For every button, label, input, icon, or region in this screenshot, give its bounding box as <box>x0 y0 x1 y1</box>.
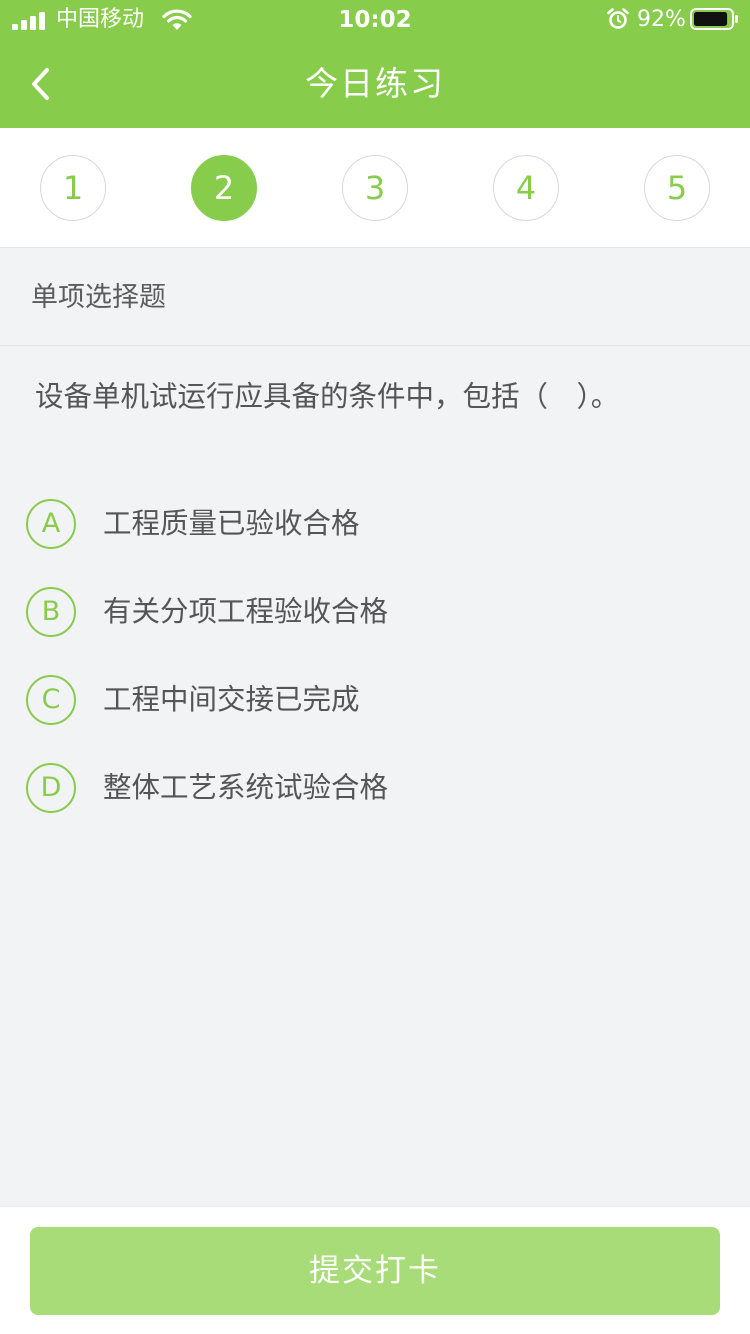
option-text-c: 工程中间交接已完成 <box>103 683 360 716</box>
option-b[interactable]: B 有关分项工程验收合格 <box>0 576 750 648</box>
option-a[interactable]: A 工程质量已验收合格 <box>0 488 750 560</box>
question-number-1[interactable]: 1 <box>40 155 106 221</box>
question-number-3[interactable]: 3 <box>342 155 408 221</box>
option-c[interactable]: C 工程中间交接已完成 <box>0 664 750 736</box>
question-type-section: 单项选择题 <box>0 248 750 346</box>
option-letter-b: B <box>26 587 76 637</box>
option-text-d: 整体工艺系统试验合格 <box>103 771 389 804</box>
app-header: 中国移动 10:02 92% 今日练习 <box>0 0 750 128</box>
nav-bar: 今日练习 <box>0 40 750 128</box>
option-text-a: 工程质量已验收合格 <box>103 507 360 540</box>
question-number-5[interactable]: 5 <box>644 155 710 221</box>
question-number-4[interactable]: 4 <box>493 155 559 221</box>
option-letter-c: C <box>26 675 76 725</box>
submit-checkin-button[interactable]: 提交打卡 <box>30 1227 720 1315</box>
option-letter-d: D <box>26 763 76 813</box>
question-text: 设备单机试运行应具备的条件中，包括（ ）。 <box>35 380 620 413</box>
option-letter-a: A <box>26 499 76 549</box>
page-title: 今日练习 <box>305 64 445 103</box>
battery-icon <box>690 8 738 30</box>
question-type-label: 单项选择题 <box>31 282 166 313</box>
option-text-b: 有关分项工程验收合格 <box>103 595 389 628</box>
question-number-2[interactable]: 2 <box>191 155 257 221</box>
option-d[interactable]: D 整体工艺系统试验合格 <box>0 752 750 824</box>
question-number-strip: 1 2 3 4 5 <box>0 128 750 248</box>
status-bar: 中国移动 10:02 92% <box>0 0 750 40</box>
bottom-bar: 提交打卡 <box>0 1206 750 1334</box>
battery-percent: 92% <box>637 7 686 32</box>
alarm-clock-icon <box>607 8 629 29</box>
